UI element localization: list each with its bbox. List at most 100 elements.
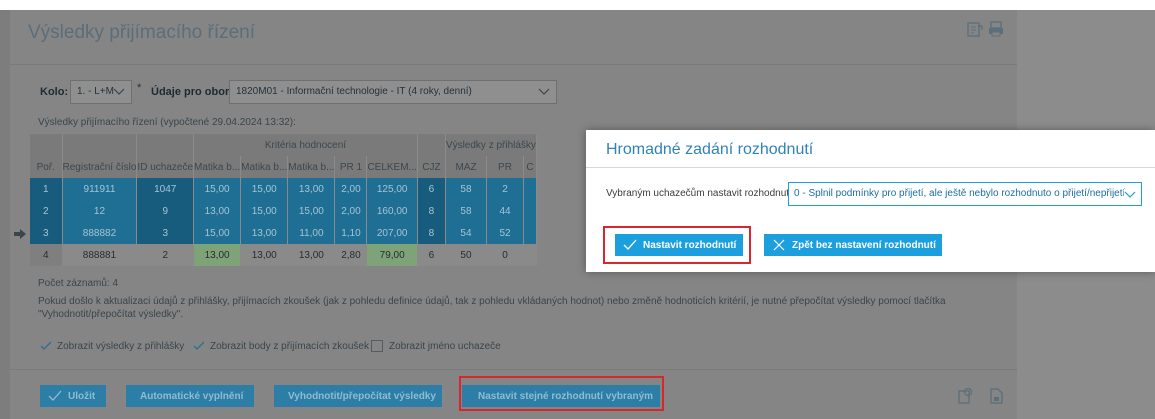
cell: 15,00 <box>240 178 289 200</box>
column-header[interactable]: Registrační číslo <box>62 156 138 178</box>
checkbox[interactable] <box>371 340 383 352</box>
cell: 13,00 <box>240 222 289 244</box>
cell: 13,00 <box>240 244 289 266</box>
option-show-points[interactable]: Zobrazit body z přijímacích zkoušek <box>193 340 369 352</box>
option-label: Zobrazit body z přijímacích zkoušek <box>210 340 369 352</box>
criteria-group-header: Kritéria hodnocení <box>193 134 418 156</box>
print-icon[interactable] <box>987 20 1005 38</box>
obor-label: Údaje pro obor: <box>151 86 233 98</box>
chevron-down-icon <box>538 88 550 95</box>
cell: 13,00 <box>287 244 336 266</box>
cell: 15,00 <box>193 222 242 244</box>
column-header[interactable]: MAZ <box>445 156 488 178</box>
results-group-header: Výsledky z přihlášky <box>445 134 537 156</box>
cell: 79,00 <box>366 244 418 266</box>
document-icon[interactable] <box>987 387 1005 405</box>
decision-select[interactable]: 0 - Splnil podmínky pro přijetí, ale ješ… <box>788 182 1142 206</box>
cell: 9 <box>136 200 195 222</box>
cancel-decision-label: Zpět bez nastavení rozhodnutí <box>792 239 936 251</box>
table-header: Poř. Registrační číslo ID uchazeče Matik… <box>30 156 537 178</box>
checkmark-icon <box>40 341 52 350</box>
obor-select-value: 1820M01 - Informační technologie - IT (4… <box>236 86 472 97</box>
page-title: Výsledky přijímacího řízení <box>28 22 256 43</box>
option-show-name[interactable]: Zobrazit jméno uchazeče <box>371 340 501 352</box>
cell: 44 <box>486 200 524 222</box>
cancel-decision-button[interactable]: Zpět bez nastavení rozhodnutí <box>764 234 942 256</box>
cell: 4 <box>30 244 63 266</box>
save-button-label: Uložit <box>68 390 96 402</box>
cell: 8 <box>417 222 446 244</box>
cell: 52 <box>486 222 524 244</box>
kolo-select[interactable]: 1. - L+M <box>70 80 132 104</box>
results-table: Kritéria hodnocení Výsledky z přihlášky … <box>30 134 537 266</box>
table-row[interactable]: 4 888881 2 13,00 13,00 13,00 2,80 79,00 … <box>30 244 537 266</box>
cell: 0 <box>486 244 524 266</box>
obor-select[interactable]: 1820M01 - Informační technologie - IT (4… <box>229 80 557 104</box>
recalculate-icon[interactable] <box>956 387 974 405</box>
column-header[interactable]: Matika b... <box>287 156 336 178</box>
cell <box>523 222 537 244</box>
column-header[interactable]: Matika b... <box>240 156 289 178</box>
evaluate-button-label: Vyhodnotit/přepočítat výsledky <box>288 390 436 402</box>
save-button[interactable]: Uložit <box>40 385 106 407</box>
cell: 58 <box>445 200 488 222</box>
option-show-results[interactable]: Zobrazit výsledky z přihlášky <box>40 340 184 352</box>
evaluate-button[interactable]: Vyhodnotit/přepočítat výsledky <box>274 385 442 407</box>
cell: 125,00 <box>366 178 418 200</box>
kolo-label: Kolo: <box>40 86 69 98</box>
cell: 15,00 <box>240 200 289 222</box>
cell: 6 <box>417 244 446 266</box>
cell: 11,00 <box>287 222 336 244</box>
column-header[interactable]: ID uchazeče <box>136 156 195 178</box>
cell: 54 <box>445 222 488 244</box>
chevron-down-icon <box>113 88 125 95</box>
cell: 13,00 <box>193 200 242 222</box>
current-row-arrow-icon <box>14 229 26 239</box>
cell: 1,10 <box>334 222 368 244</box>
table-row[interactable]: 1 911911 1047 15,00 15,00 13,00 2,00 125… <box>30 178 537 200</box>
column-header[interactable]: PR <box>486 156 524 178</box>
cell: 50 <box>445 244 488 266</box>
cell: 3 <box>30 222 63 244</box>
column-header[interactable]: PR 1 <box>334 156 368 178</box>
info-text-line1: Pokud došlo k aktualizaci údajů z přihlá… <box>38 296 946 307</box>
cell: 15,00 <box>287 200 336 222</box>
highlight-frame <box>603 226 751 264</box>
cell: 3 <box>136 222 195 244</box>
cell: 160,00 <box>366 200 418 222</box>
auto-fill-button-label: Automatické vyplnění <box>140 390 244 402</box>
computed-note: Výsledky přijímacího řízení (vypočtené 2… <box>38 117 296 128</box>
column-header[interactable]: Poř. <box>30 156 63 178</box>
divider <box>10 64 1017 65</box>
cell: 15,00 <box>193 178 242 200</box>
cell: 888882 <box>62 222 138 244</box>
option-label: Zobrazit výsledky z přihlášky <box>57 340 185 352</box>
record-count: Počet záznamů: 4 <box>38 278 119 289</box>
cell: 207,00 <box>366 222 418 244</box>
export-icon[interactable] <box>966 20 984 38</box>
column-header[interactable]: CJZ <box>417 156 446 178</box>
cell: 2,00 <box>334 200 368 222</box>
column-header[interactable]: Matika b... <box>193 156 242 178</box>
highlight-frame <box>459 376 664 411</box>
table-row[interactable]: 3 888882 3 15,00 13,00 11,00 1,10 207,00… <box>30 222 537 244</box>
cell: 2 <box>136 244 195 266</box>
checkmark-icon <box>193 341 205 350</box>
table-row[interactable]: 2 12 9 13,00 15,00 15,00 2,00 160,00 8 5… <box>30 200 537 222</box>
decision-label: Vybraným uchazečům nastavit rozhodnutí: <box>606 188 795 199</box>
auto-fill-button[interactable]: Automatické vyplnění <box>126 385 254 407</box>
cell: 13,00 <box>193 244 242 266</box>
decision-select-value: 0 - Splnil podmínky pro přijetí, ale ješ… <box>794 188 1126 199</box>
cell <box>523 244 537 266</box>
bulk-decision-dialog: Hromadné zadání rozhodnutí Vybraným ucha… <box>586 130 1155 272</box>
checkmark-icon <box>48 390 62 401</box>
column-header[interactable]: C <box>523 156 537 178</box>
cell: 12 <box>62 200 138 222</box>
option-label: Zobrazit jméno uchazeče <box>389 340 501 352</box>
cell: 1 <box>30 178 63 200</box>
column-header[interactable]: CELKEM... <box>366 156 418 178</box>
cell: 2,00 <box>334 178 368 200</box>
cell: 58 <box>445 178 488 200</box>
cell: 13,00 <box>287 178 336 200</box>
cell: 1047 <box>136 178 195 200</box>
